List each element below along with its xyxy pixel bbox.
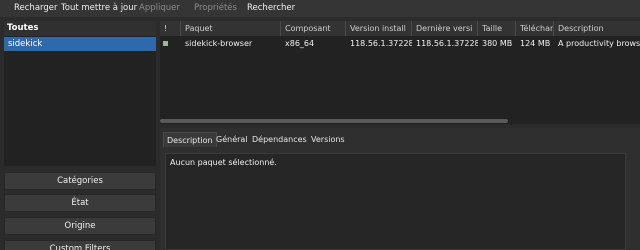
column-header-component[interactable]: Composant	[281, 21, 346, 36]
update-all-button[interactable]: Tout mettre à jour	[61, 0, 137, 17]
origin-filter-button[interactable]: Origine	[4, 217, 156, 235]
properties-button[interactable]: Propriétés	[194, 0, 237, 17]
tab-versions[interactable]: Versions	[308, 132, 348, 147]
details-panel: Description Général Dépendances Versions…	[160, 128, 640, 250]
cell-package: sidekick-browser	[185, 39, 253, 48]
description-box: Aucun paquet sélectionné.	[165, 153, 626, 250]
reload-button[interactable]: Recharger	[14, 0, 58, 17]
installed-status-icon[interactable]	[163, 41, 168, 46]
cell-description: A productivity brows	[558, 39, 640, 48]
no-package-message: Aucun paquet sélectionné.	[170, 158, 277, 167]
state-filter-button[interactable]: État	[4, 194, 156, 212]
tab-description[interactable]: Description	[163, 132, 217, 147]
group-item-sidekick[interactable]: sidekick	[4, 37, 156, 51]
column-header-status[interactable]: !	[160, 21, 181, 36]
search-button[interactable]: Rechercher	[247, 0, 295, 17]
custom-filters-button[interactable]: Custom Filters	[4, 240, 156, 250]
apply-button[interactable]: Appliquer	[139, 0, 180, 17]
tab-general[interactable]: Général	[213, 132, 251, 147]
package-table: ! Paquet Composant Version install Derni…	[160, 21, 640, 124]
cell-installed-version: 118.56.1.37228-1	[350, 39, 412, 48]
cell-component: x86_64	[285, 39, 315, 48]
toolbar: Recharger Tout mettre à jour Appliquer P…	[0, 0, 640, 17]
cell-download: 124 MB	[520, 39, 551, 48]
column-header-installed-version[interactable]: Version install	[346, 21, 412, 36]
tab-dependencies[interactable]: Dépendances	[249, 132, 310, 147]
column-header-latest-version[interactable]: Dernière versi	[412, 21, 478, 36]
cell-latest-version: 118.56.1.37228-1	[416, 39, 478, 48]
categories-filter-button[interactable]: Catégories	[4, 172, 156, 190]
group-list-header[interactable]: Toutes	[4, 21, 156, 36]
column-header-package[interactable]: Paquet	[181, 21, 281, 36]
column-header-download[interactable]: Téléchar	[516, 21, 554, 36]
column-header-size[interactable]: Taille	[478, 21, 516, 36]
horizontal-scrollbar[interactable]	[160, 119, 508, 123]
cell-size: 380 MB	[482, 39, 513, 48]
column-header-description[interactable]: Description	[554, 21, 640, 36]
group-list: Toutes sidekick	[4, 21, 156, 166]
